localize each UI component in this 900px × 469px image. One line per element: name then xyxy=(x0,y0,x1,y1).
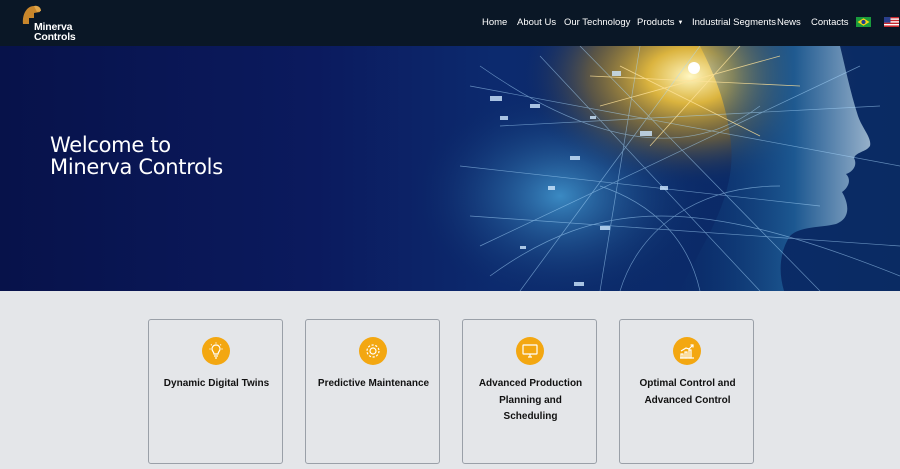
card-title: Dynamic Digital Twins xyxy=(163,378,270,389)
brazil-flag-icon[interactable] xyxy=(856,17,871,27)
hero-banner: Welcome to Minerva Controls xyxy=(0,46,900,291)
card-advanced-production-planning[interactable]: Advanced Production Planning and Schedul… xyxy=(462,319,597,464)
nav-products[interactable]: Products ▼ xyxy=(637,17,683,28)
hero-title-line-2: Minerva Controls xyxy=(50,155,223,179)
card-dynamic-digital-twins[interactable]: Dynamic Digital Twins xyxy=(148,319,283,464)
hero-title: Welcome to Minerva Controls xyxy=(50,134,223,178)
nav-products-label: Products xyxy=(637,17,675,28)
nav-our-technology[interactable]: Our Technology xyxy=(564,17,630,28)
site-header: Minerva Controls Home About Us Our Techn… xyxy=(0,0,900,46)
card-title: Advanced Production Planning and Schedul… xyxy=(478,378,583,422)
card-title: Optimal Control and Advanced Control xyxy=(639,378,736,406)
monitor-icon xyxy=(516,337,544,365)
logo-text: Minerva Controls xyxy=(34,22,76,43)
nav-industrial-segments[interactable]: Industrial Segments xyxy=(692,17,776,28)
usa-flag-icon[interactable] xyxy=(884,17,899,27)
nav-about-us[interactable]: About Us xyxy=(517,17,556,28)
solutions-section: Dynamic Digital Twins Predictive Mainten… xyxy=(0,291,900,469)
caret-down-icon: ▼ xyxy=(677,20,684,26)
logo-line-2: Controls xyxy=(34,31,76,43)
minerva-logo[interactable]: Minerva Controls xyxy=(18,2,88,42)
hero-title-line-1: Welcome to xyxy=(50,133,171,157)
nav-news[interactable]: News xyxy=(777,17,801,28)
nav-contacts[interactable]: Contacts xyxy=(811,17,849,28)
lightbulb-icon xyxy=(202,337,230,365)
card-optimal-control[interactable]: Optimal Control and Advanced Control xyxy=(619,319,754,464)
gear-icon xyxy=(359,337,387,365)
nav-home[interactable]: Home xyxy=(482,17,507,28)
card-predictive-maintenance[interactable]: Predictive Maintenance xyxy=(305,319,440,464)
chart-up-icon xyxy=(673,337,701,365)
card-title: Predictive Maintenance xyxy=(317,378,430,389)
